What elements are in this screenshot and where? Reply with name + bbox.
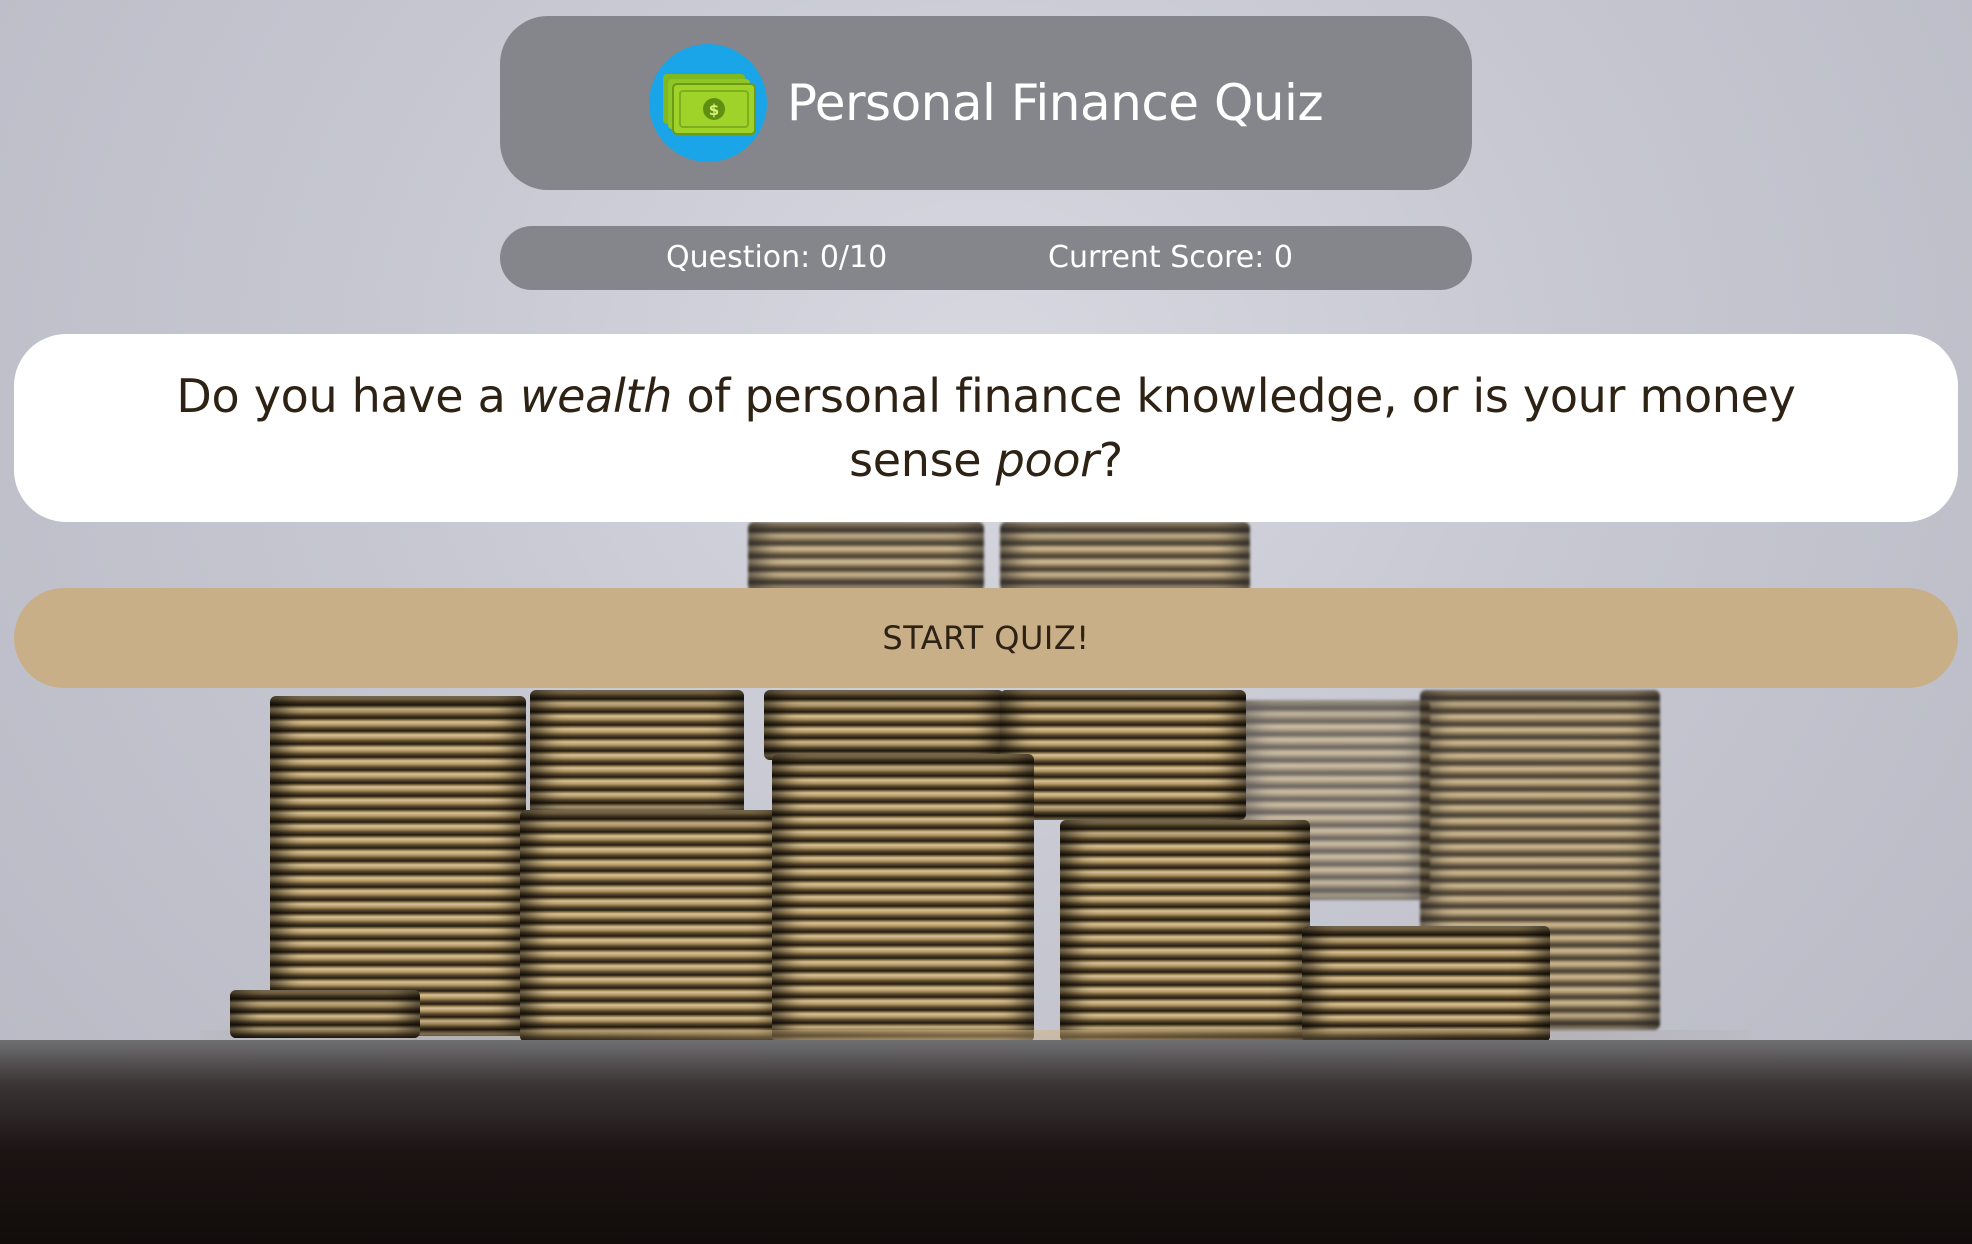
intro-question-text: Do you have a wealth of personal finance… [104,364,1868,492]
current-score: Current Score: 0 [1048,240,1293,275]
question-text-part: of personal finance knowledge, or is you… [672,369,1796,487]
question-text-part: ? [1098,433,1123,487]
question-counter: Question: 0/10 [666,240,888,275]
app-title: Personal Finance Quiz [786,74,1324,132]
svg-text:$: $ [709,101,719,119]
question-emphasis-poor: poor [995,433,1100,487]
start-quiz-button[interactable]: START QUIZ! [14,588,1958,688]
question-card: Do you have a wealth of personal finance… [14,334,1958,522]
money-bills-icon: $ [648,44,767,162]
app-header: $ Personal Finance Quiz [500,16,1472,190]
question-text-part: Do you have a [176,369,520,423]
question-emphasis-wealth: wealth [519,369,673,423]
quiz-status-bar: Question: 0/10 Current Score: 0 [500,226,1472,290]
